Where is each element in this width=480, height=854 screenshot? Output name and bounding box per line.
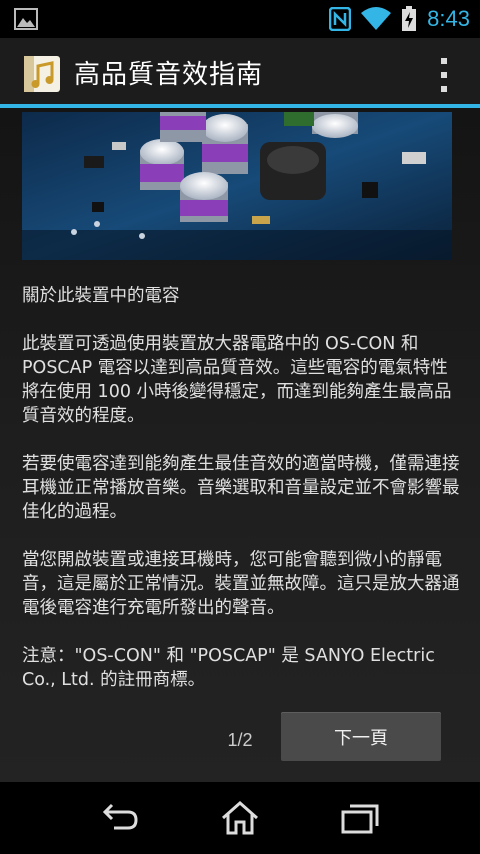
back-icon[interactable] (100, 800, 140, 836)
trademark-note: 注意："OS-CON" 和 "POSCAP" 是 SANYO Electric … (22, 646, 435, 690)
gallery-notification-icon (14, 8, 38, 30)
action-bar: 高品質音效指南 (0, 38, 480, 108)
status-time: 8:43 (427, 6, 470, 31)
circuit-board-image (22, 112, 452, 260)
home-icon[interactable] (220, 800, 260, 836)
guide-content[interactable]: 關於此裝置中的電容 此裝置可透過使用裝置放大器電路中的 OS-CON 和 POS… (0, 108, 480, 782)
page-indicator: 1/2 (227, 730, 253, 750)
battery-charging-icon (402, 6, 417, 31)
next-page-button[interactable]: 下一頁 (281, 712, 441, 761)
paragraph-1: 此裝置可透過使用裝置放大器電路中的 OS-CON 和 POSCAP 電容以達到高… (22, 334, 452, 426)
recent-apps-icon[interactable] (340, 800, 380, 836)
status-bar: 8:43 (0, 0, 480, 38)
navigation-bar (0, 782, 480, 854)
overflow-menu-icon[interactable] (436, 58, 452, 92)
paragraph-2: 若要使電容達到能夠產生最佳音效的適當時機，僅需連接耳機並正常播放音樂。音樂選取和… (22, 454, 460, 522)
paragraph-3: 當您開啟裝置或連接耳機時，您可能會聽到微小的靜電音，這是屬於正常情況。裝置並無故… (22, 550, 460, 618)
wifi-icon (361, 7, 392, 30)
app-title: 高品質音效指南 (74, 60, 264, 90)
content-heading: 關於此裝置中的電容 (22, 286, 180, 306)
nfc-icon (329, 7, 352, 31)
music-note-app-icon[interactable] (24, 56, 60, 92)
